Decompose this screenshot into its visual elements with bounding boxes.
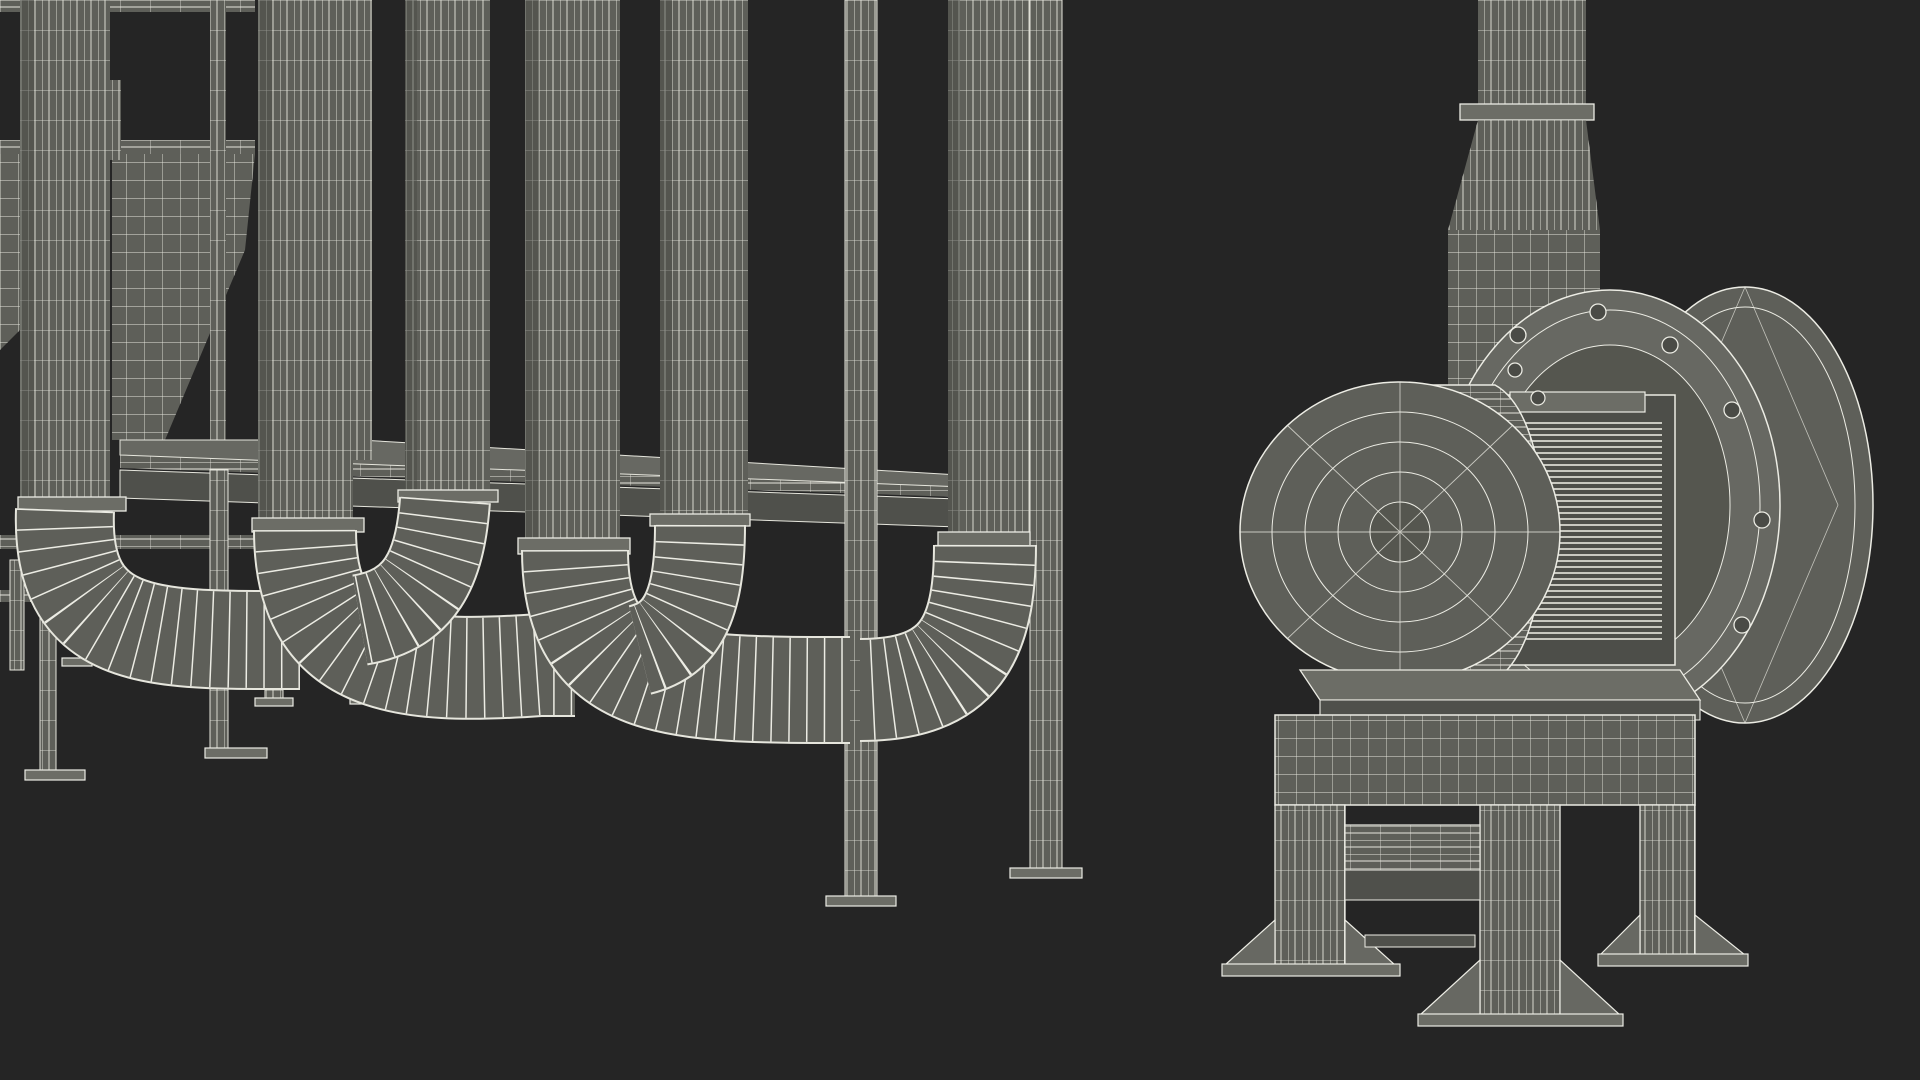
wireframe-3d-render <box>0 0 1920 1080</box>
motor-endcap <box>1239 381 1561 683</box>
motor-mount-plate <box>1298 669 1702 721</box>
